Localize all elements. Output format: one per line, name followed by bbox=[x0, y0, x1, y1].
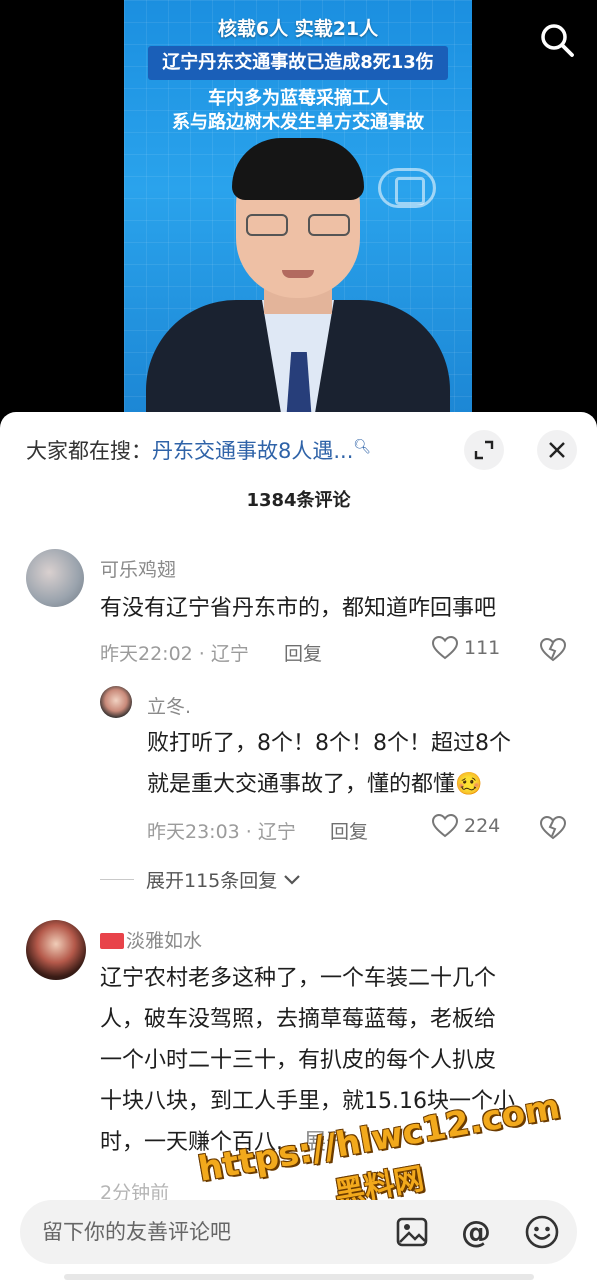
hot-search-label: 大家都在搜： bbox=[26, 439, 152, 463]
hot-search-bar[interactable]: 大家都在搜：丹东交通事故8人遇...🔍︎ bbox=[26, 434, 371, 468]
close-button[interactable] bbox=[537, 430, 577, 470]
divider bbox=[100, 879, 134, 880]
comment-username[interactable]: 可乐鸡翅 bbox=[100, 555, 176, 582]
video-headline-2: 辽宁丹东交通事故已造成8死13伤 bbox=[148, 46, 448, 80]
comment-text-line-3: 一个小时二十三十，有扒皮的每个人扒皮 bbox=[100, 1048, 497, 1073]
emoji-icon[interactable] bbox=[524, 1214, 560, 1250]
comment-text-line-5: 时，一天赚个百八... 展开 bbox=[100, 1130, 348, 1155]
svg-text:@: @ bbox=[461, 1215, 491, 1250]
home-indicator bbox=[64, 1274, 534, 1280]
woozy-emoji-icon: 🥴 bbox=[455, 772, 483, 797]
comment-input[interactable]: 留下你的友善评论吧 bbox=[42, 1200, 231, 1264]
heart-icon bbox=[432, 636, 458, 660]
image-icon[interactable] bbox=[394, 1214, 430, 1250]
broken-heart-icon bbox=[539, 815, 567, 840]
hot-search-keyword[interactable]: 丹东交通事故8人遇... bbox=[152, 439, 353, 463]
comment-text-line-4: 十块八块，到工人手里，就15.16块一个小 bbox=[100, 1089, 515, 1114]
reply-time-location: 昨天23:03 · 辽宁 bbox=[147, 821, 296, 843]
dislike-button[interactable] bbox=[539, 637, 567, 666]
fullscreen-expand-button[interactable] bbox=[464, 430, 504, 470]
mention-icon[interactable]: @ bbox=[458, 1214, 494, 1250]
search-icon[interactable] bbox=[537, 20, 577, 60]
avatar[interactable] bbox=[26, 920, 86, 980]
like-button[interactable]: 224 bbox=[432, 814, 500, 838]
comments-sheet: 大家都在搜：丹东交通事故8人遇...🔍︎ 1384条评论 可乐鸡翅 有没有辽宁省… bbox=[0, 412, 597, 1280]
expand-comment-link[interactable]: 展开 bbox=[304, 1130, 348, 1155]
comment-text-line-2: 人，破车没驾照，去摘草莓蓝莓，老板给 bbox=[100, 1007, 497, 1032]
reply-button[interactable]: 回复 bbox=[330, 817, 368, 844]
reply-text-line-1: 败打听了，8个！8个！8个！超过8个 bbox=[147, 731, 511, 756]
video-frame: 核载6人 实载21人 辽宁丹东交通事故已造成8死13伤 车内多为蓝莓采摘工人 系… bbox=[124, 0, 472, 420]
video-headline-3: 车内多为蓝莓采摘工人 bbox=[208, 88, 388, 109]
video-headline-4: 系与路边树木发生单方交通事故 bbox=[172, 112, 424, 133]
like-count: 224 bbox=[464, 815, 501, 837]
comment-input-bar[interactable]: 留下你的友善评论吧 @ bbox=[20, 1200, 577, 1264]
comment-time-location: 昨天22:02 · 辽宁 bbox=[100, 643, 249, 665]
chevron-down-icon bbox=[284, 874, 301, 885]
like-count: 111 bbox=[464, 637, 501, 659]
video-player[interactable]: 核载6人 实载21人 辽宁丹东交通事故已造成8死13伤 车内多为蓝莓采摘工人 系… bbox=[0, 0, 597, 420]
reply-text-line-2: 就是重大交通事故了，懂的都懂🥴 bbox=[147, 772, 483, 797]
dislike-button[interactable] bbox=[539, 815, 567, 844]
like-button[interactable]: 111 bbox=[432, 636, 500, 660]
avatar[interactable] bbox=[26, 549, 84, 607]
avatar[interactable] bbox=[100, 686, 132, 718]
broken-heart-icon bbox=[539, 637, 567, 662]
expand-replies-button[interactable]: 展开115条回复 bbox=[100, 866, 301, 893]
video-headline-1: 核载6人 实载21人 bbox=[217, 18, 379, 40]
reply-button[interactable]: 回复 bbox=[284, 639, 322, 666]
expand-replies-label: 展开115条回复 bbox=[146, 870, 278, 892]
comment-count-title: 1384条评论 bbox=[246, 490, 351, 511]
comment-username[interactable]: 淡雅如水 bbox=[100, 926, 202, 953]
reply-username[interactable]: 立冬. bbox=[147, 692, 191, 719]
expand-icon bbox=[474, 440, 494, 460]
heart-icon bbox=[432, 814, 458, 838]
flag-icon bbox=[100, 933, 124, 949]
comment-text-line-1: 辽宁农村老多这种了，一个车装二十几个 bbox=[100, 966, 497, 991]
search-small-icon: 🔍︎ bbox=[353, 439, 372, 455]
close-icon bbox=[549, 442, 565, 458]
comment-text: 有没有辽宁省丹东市的，都知道咋回事吧 bbox=[100, 596, 497, 621]
